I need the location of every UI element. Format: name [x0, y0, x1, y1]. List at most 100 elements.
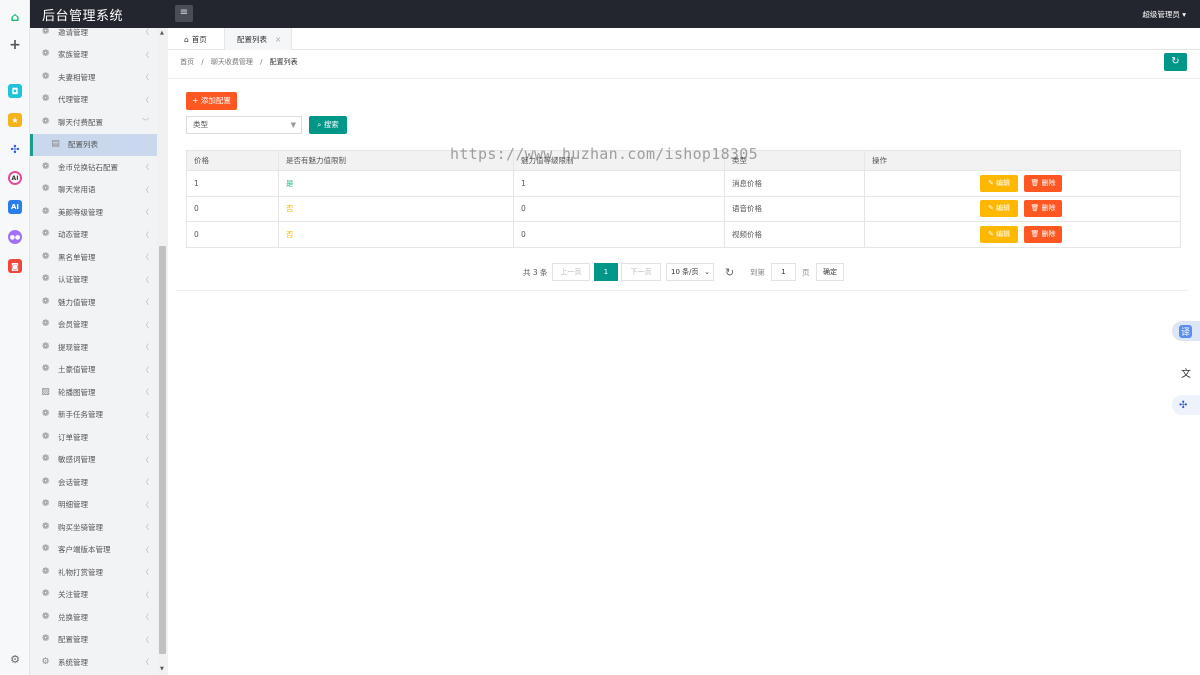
breadcrumb-chat-fee[interactable]: 聊天收费管理	[211, 58, 253, 66]
scrollbar-thumb[interactable]	[159, 246, 166, 654]
chevron-left-icon: 〈	[142, 230, 149, 239]
menu-toggle-button[interactable]: ≡	[175, 5, 193, 22]
sidebar-item[interactable]: ❁ 聊天付费配置 ﹀	[30, 111, 157, 134]
chevron-left-icon: 〈	[142, 320, 149, 329]
delete-button[interactable]: 🗑 删除	[1024, 174, 1062, 192]
sidebar-item[interactable]: ❁ 金币兑换钻石配置 〈	[30, 156, 157, 179]
tab-config-list[interactable]: 配置列表 ×	[224, 28, 292, 50]
prev-page-button[interactable]: 上一页	[552, 263, 590, 281]
sidebar-item[interactable]: ❁ 兑换管理 〈	[30, 606, 157, 629]
breadcrumb-home[interactable]: 首页	[180, 58, 194, 66]
sidebar-item[interactable]: ❁ 代理管理 〈	[30, 89, 157, 112]
ai-icon[interactable]: AI	[8, 200, 22, 214]
cell-type: 语音价格	[724, 195, 865, 222]
doc-icon: ▤	[51, 139, 60, 150]
edit-button[interactable]: ✎ 编辑	[980, 225, 1018, 243]
sidebar-item-label: 敏感词管理	[58, 455, 96, 465]
home-icon[interactable]: ⌂	[8, 10, 22, 24]
divider	[176, 290, 1188, 291]
sidebar-item[interactable]: ▤ 配置列表	[30, 133, 157, 156]
sidebar-item[interactable]: ❁ 魅力值管理 〈	[30, 291, 157, 314]
delete-button[interactable]: 🗑 删除	[1024, 200, 1062, 218]
sidebar-item-label: 美颜等级管理	[58, 207, 103, 217]
next-page-button[interactable]: 下一页	[621, 263, 661, 281]
cell-price: 0	[186, 221, 279, 248]
breadcrumb-config-list: 配置列表	[269, 58, 298, 66]
refresh-button[interactable]: ↻	[1164, 53, 1187, 71]
ai-circle-icon[interactable]: AI	[8, 171, 22, 185]
pager-refresh-icon[interactable]: ↻	[725, 263, 734, 281]
page-1-button[interactable]: 1	[594, 263, 618, 281]
chevron-left-icon: 〈	[142, 50, 149, 59]
settings-gear-icon[interactable]: ⚙	[8, 652, 22, 666]
plus-icon[interactable]: +	[8, 37, 22, 53]
sidebar-item[interactable]: ❁ 土豪值管理 〈	[30, 359, 157, 382]
cell-price-value: 0	[194, 204, 199, 214]
chevron-left-icon: 〈	[142, 388, 149, 397]
sidebar-item-label: 兑换管理	[58, 612, 88, 622]
chevron-left-icon: 〈	[142, 658, 149, 667]
chevron-left-icon: 〈	[142, 253, 149, 262]
sidebar-item[interactable]: ❁ 夫妻相管理 〈	[30, 66, 157, 89]
sidebar-item[interactable]: ❁ 提现管理 〈	[30, 336, 157, 359]
sidebar-item[interactable]: ❁ 会话管理 〈	[30, 471, 157, 494]
chevron-left-icon: 〈	[142, 410, 149, 419]
sidebar-item[interactable]: ❁ 家族管理 〈	[30, 44, 157, 67]
cell-actions: ✎ 编辑 🗑 删除	[864, 195, 1181, 222]
edit-button[interactable]: ✎ 编辑	[980, 200, 1018, 218]
sidebar-item[interactable]: ❁ 聊天常用语 〈	[30, 179, 157, 202]
sidebar-item[interactable]: ❁ 购买坐骑管理 〈	[30, 516, 157, 539]
cell-price-value: 1	[194, 178, 199, 188]
type-select[interactable]: 类型 ▼	[186, 116, 302, 134]
user-menu[interactable]: 超级管理员 ▾	[1142, 9, 1186, 20]
chevron-down-icon: ▼	[290, 121, 296, 129]
chevron-left-icon: 〈	[142, 28, 149, 37]
add-config-button[interactable]: + 添加配置	[186, 92, 237, 110]
sidebar-scrollbar[interactable]: ▲ ▼	[157, 28, 168, 675]
sidebar-item[interactable]: ❁ 会员管理 〈	[30, 314, 157, 337]
delete-button[interactable]: 🗑 删除	[1024, 225, 1062, 243]
goto-confirm-button[interactable]: 确定	[816, 263, 844, 281]
page-size-select[interactable]: 10 条/页 ⌄	[666, 263, 714, 281]
sidebar-item[interactable]: ❁ 动态管理 〈	[30, 224, 157, 247]
cell-actions: ✎ 编辑 🗑 删除	[864, 221, 1181, 248]
translate-float-button[interactable]: 译	[1172, 321, 1200, 341]
scroll-up-icon[interactable]: ▲	[160, 30, 164, 36]
sidebar-item[interactable]: ❁ 敏感词管理 〈	[30, 449, 157, 472]
edit-button[interactable]: ✎ 编辑	[980, 174, 1018, 192]
language-icon[interactable]: 文	[1178, 367, 1194, 383]
page-unit-label: 页	[802, 267, 810, 277]
tab-home[interactable]: ⌂ 首页	[176, 28, 216, 50]
star-icon[interactable]: ★	[8, 113, 22, 127]
scroll-down-icon[interactable]: ▼	[160, 666, 164, 672]
app-icon-1[interactable]: ◘	[8, 84, 22, 98]
sidebar-item[interactable]: ❁ 礼物打赏管理 〈	[30, 561, 157, 584]
molecule-icon[interactable]: ✣	[8, 142, 22, 156]
sidebar-item[interactable]: ⚙ 系统管理 〈	[30, 651, 157, 674]
sidebar-item[interactable]: ❁ 认证管理 〈	[30, 269, 157, 292]
sidebar-item[interactable]: ❁ 新手任务管理 〈	[30, 404, 157, 427]
sidebar-item[interactable]: ❁ 黑名单管理 〈	[30, 246, 157, 269]
cell-charm-level-value: 0	[521, 204, 526, 214]
sidebar-item[interactable]: ❁ 配置管理 〈	[30, 629, 157, 652]
sidebar-item[interactable]: ❁ 邀请管理 〈	[30, 28, 157, 44]
close-icon[interactable]: ×	[275, 35, 281, 44]
chat-bubble-icon[interactable]: ●●	[8, 230, 22, 244]
sidebar-item[interactable]: ❁ 订单管理 〈	[30, 426, 157, 449]
assistant-float-button[interactable]: ✣	[1172, 395, 1200, 415]
sidebar-item-label: 关注管理	[58, 590, 88, 600]
grid-icon: ❁	[41, 499, 50, 510]
sidebar-item[interactable]: ▨ 轮播图管理 〈	[30, 381, 157, 404]
cell-price-value: 0	[194, 229, 199, 239]
sidebar-item[interactable]: ❁ 美颜等级管理 〈	[30, 201, 157, 224]
sidebar-item-label: 配置管理	[58, 635, 88, 645]
sidebar-item-label: 土豪值管理	[58, 365, 96, 375]
sidebar-item[interactable]: ❁ 客户端版本管理 〈	[30, 539, 157, 562]
gamepad-icon[interactable]: ◙	[8, 259, 22, 273]
grid-icon: ❁	[41, 476, 50, 487]
sidebar-item[interactable]: ❁ 关注管理 〈	[30, 584, 157, 607]
goto-page-input[interactable]: 1	[771, 263, 796, 281]
search-button[interactable]: ⌕ 搜索	[309, 116, 347, 134]
top-bar: 后台管理系统 ≡ 超级管理员 ▾	[30, 0, 1200, 28]
sidebar-item[interactable]: ❁ 明细管理 〈	[30, 494, 157, 517]
